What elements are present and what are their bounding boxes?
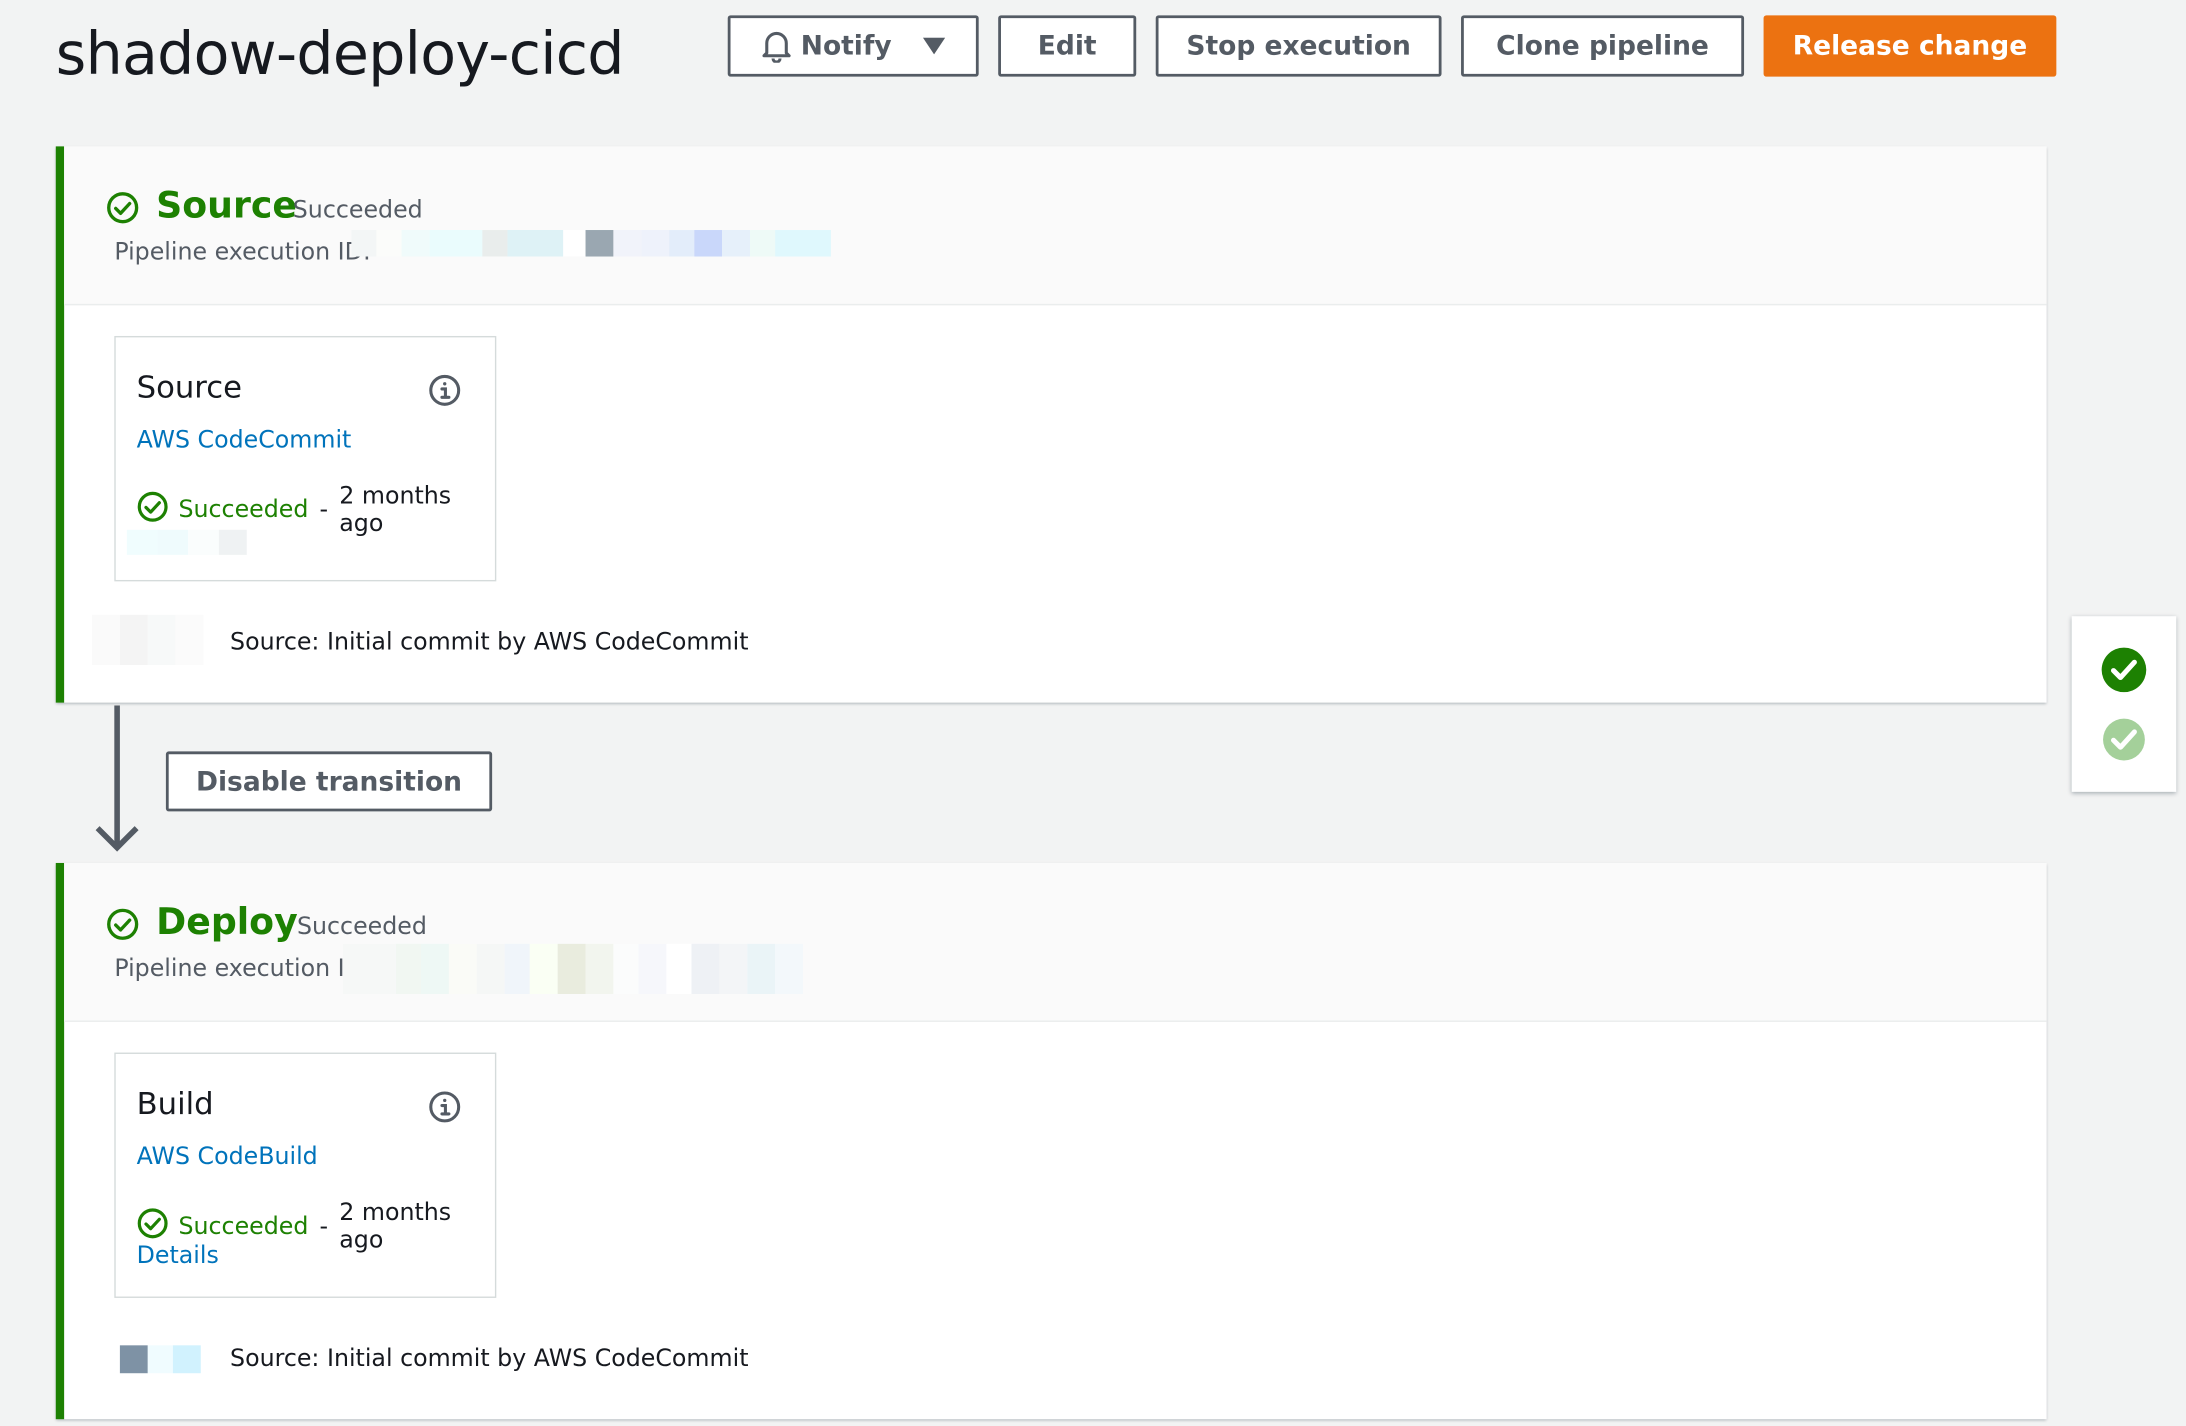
check-circle-icon (106, 908, 139, 948)
redacted-commit-id (119, 1345, 201, 1374)
separator: - (319, 1212, 329, 1241)
execution-id-label: Pipeline execution ID: (114, 954, 371, 983)
stage-status: Succeeded (292, 196, 423, 225)
clone-pipeline-button[interactable]: Clone pipeline (1461, 15, 1745, 77)
release-change-label: Release change (1792, 30, 2028, 62)
disable-transition-label: Disable transition (195, 766, 463, 797)
stage-source: Source Succeeded Pipeline execution ID: … (55, 146, 2047, 703)
action-status: Succeeded (178, 1212, 309, 1241)
stage-header: Source Succeeded Pipeline execution ID: (64, 146, 2047, 306)
clone-pipeline-label: Clone pipeline (1496, 30, 1709, 62)
stop-execution-label: Stop execution (1186, 30, 1411, 62)
action-card-build: Build AWS CodeBuild Succeeded - 2 months… (114, 1052, 497, 1298)
check-circle-icon (137, 491, 169, 530)
redacted-commit-id (92, 614, 204, 665)
separator: - (319, 496, 329, 525)
stage-name: Source (156, 185, 297, 228)
stage-deploy: Deploy Succeeded Pipeline execution ID: … (55, 862, 2047, 1420)
info-icon[interactable] (428, 374, 461, 414)
arrow-down-icon (92, 705, 142, 863)
action-title: Source (136, 370, 242, 406)
action-status: Succeeded (178, 496, 309, 525)
provider-link[interactable]: AWS CodeBuild (137, 1143, 318, 1171)
stop-execution-button[interactable]: Stop execution (1155, 15, 1442, 77)
check-circle-icon (137, 1207, 169, 1246)
stage-navigator-panel (2071, 616, 2177, 792)
notify-button[interactable]: Notify (727, 15, 979, 77)
commit-message: Source: Initial commit by AWS CodeCommit (230, 628, 749, 657)
stage-header: Deploy Succeeded Pipeline execution ID: (64, 862, 2047, 1022)
edit-button[interactable]: Edit (998, 15, 1137, 77)
disable-transition-button[interactable]: Disable transition (165, 751, 493, 812)
info-icon[interactable] (428, 1090, 461, 1130)
provider-link[interactable]: AWS CodeCommit (137, 427, 352, 455)
check-circle-icon (106, 191, 139, 231)
check-circle-light-icon[interactable] (2101, 717, 2147, 770)
page-title: shadow-deploy-cicd (55, 19, 625, 88)
action-timestamp: 2 months ago (339, 1198, 452, 1255)
stage-name: Deploy (156, 902, 298, 944)
release-change-button[interactable]: Release change (1763, 15, 2057, 77)
edit-label: Edit (1037, 30, 1097, 62)
notify-label: Notify (800, 30, 892, 62)
commit-message: Source: Initial commit by AWS CodeCommit (230, 1345, 749, 1374)
redacted-execution-id (351, 230, 831, 257)
check-circle-solid-icon[interactable] (2101, 647, 2147, 700)
action-timestamp: 2 months ago (339, 482, 452, 539)
redacted-execution-id (342, 943, 804, 995)
caret-down-icon (922, 37, 945, 55)
stage-status: Succeeded (296, 913, 427, 942)
action-card-source: Source AWS CodeCommit Succeeded - 2 mont… (114, 335, 497, 582)
action-title: Build (136, 1087, 214, 1123)
redacted-revision (126, 529, 247, 555)
bell-icon (762, 29, 793, 63)
details-link[interactable]: Details (137, 1242, 219, 1270)
execution-id-label: Pipeline execution ID: (114, 238, 371, 267)
